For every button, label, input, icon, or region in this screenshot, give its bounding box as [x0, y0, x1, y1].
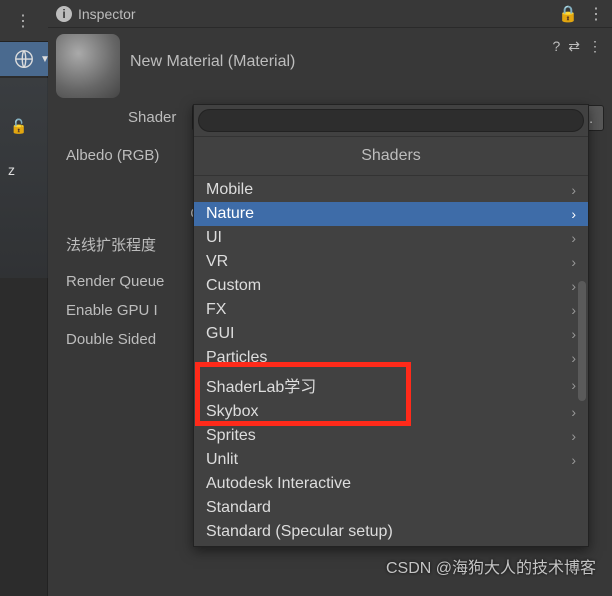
shader-list-item[interactable]: Mobile › — [194, 178, 588, 202]
shader-search-input[interactable] — [198, 109, 584, 132]
shader-list-item[interactable]: Sprites › — [194, 424, 588, 448]
shader-item-label: VR — [206, 253, 228, 271]
chevron-right-icon: › — [571, 404, 576, 420]
shader-list-item[interactable]: UI › — [194, 226, 588, 250]
chevron-right-icon: › — [571, 206, 576, 222]
help-icon[interactable]: ? — [552, 38, 560, 55]
shader-item-label: ShaderLab学习 — [206, 373, 316, 397]
more-icon[interactable]: ⋮ — [588, 4, 604, 24]
panel-title: Inspector — [78, 6, 136, 22]
lock-icon[interactable]: 🔓 — [10, 118, 27, 135]
chevron-right-icon: › — [571, 302, 576, 318]
material-preview-sphere[interactable] — [56, 34, 120, 98]
shader-dropdown-popup: 🔍 Shaders Mobile›Nature›UI›VR›Custom›FX›… — [193, 104, 589, 547]
shader-item-label: Nature — [206, 205, 254, 223]
shader-list-item[interactable]: Skybox › — [194, 400, 588, 424]
shader-list-item[interactable]: GUI › — [194, 322, 588, 346]
shader-item-label: Standard — [206, 499, 271, 517]
more-icon[interactable]: ⋮ — [588, 38, 602, 55]
chevron-right-icon: › — [571, 428, 576, 444]
shader-list-item[interactable]: Standard — [194, 496, 588, 520]
shader-list-item[interactable]: ShaderLab学习 › — [194, 370, 588, 400]
info-icon: i — [56, 6, 72, 22]
inspector-header: i Inspector 🔒 ⋮ — [48, 0, 612, 28]
material-title: New Material (Material) — [130, 53, 604, 71]
material-header: New Material (Material) ? ⇄ ⋮ — [48, 28, 612, 104]
chevron-right-icon: › — [571, 230, 576, 246]
chevron-right-icon: › — [571, 326, 576, 342]
shader-list-item[interactable]: VR › — [194, 250, 588, 274]
lock-icon[interactable]: 🔒 — [558, 4, 578, 24]
shader-list-item[interactable]: FX › — [194, 298, 588, 322]
shader-item-label: Mobile — [206, 181, 253, 199]
chevron-right-icon: › — [571, 452, 576, 468]
chevron-right-icon: › — [571, 377, 576, 393]
scrollbar[interactable] — [578, 281, 586, 401]
axis-z-label: z — [8, 162, 15, 178]
globe-icon — [13, 48, 35, 70]
shader-item-label: Unlit — [206, 451, 238, 469]
shader-label: Shader — [128, 109, 184, 126]
left-panel: ⋮ ▼ 🔓 z — [0, 0, 48, 596]
shader-item-label: Standard (Specular setup) — [206, 523, 393, 541]
shader-list-item[interactable]: Unlit › — [194, 448, 588, 472]
chevron-right-icon: › — [571, 350, 576, 366]
watermark: CSDN @海狗大人的技术博客 — [386, 554, 596, 578]
shader-item-label: UI — [206, 229, 222, 247]
shader-list-item[interactable]: Autodesk Interactive — [194, 472, 588, 496]
shader-item-label: Particles — [206, 349, 267, 367]
shader-item-label: GUI — [206, 325, 234, 343]
shader-list-item[interactable]: Particles › — [194, 346, 588, 370]
shader-list: Mobile›Nature›UI›VR›Custom›FX›GUI›Partic… — [194, 176, 588, 546]
shader-list-item[interactable]: Custom › — [194, 274, 588, 298]
left-toolbar: ⋮ — [0, 0, 48, 42]
chevron-right-icon: › — [571, 278, 576, 294]
more-icon[interactable]: ⋮ — [15, 11, 33, 31]
chevron-right-icon: › — [571, 182, 576, 198]
shader-list-item[interactable]: Standard (Specular setup) — [194, 520, 588, 544]
shader-item-label: Skybox — [206, 403, 258, 421]
shader-item-label: Sprites — [206, 427, 256, 445]
shader-item-label: Autodesk Interactive — [206, 475, 351, 493]
shader-item-label: FX — [206, 301, 226, 319]
scene-preview — [0, 78, 48, 278]
chevron-right-icon: › — [571, 254, 576, 270]
shader-item-label: Custom — [206, 277, 261, 295]
dropdown-header: Shaders — [194, 137, 588, 176]
preset-icon[interactable]: ⇄ — [568, 38, 580, 55]
shader-list-item[interactable]: Nature › — [194, 202, 588, 226]
